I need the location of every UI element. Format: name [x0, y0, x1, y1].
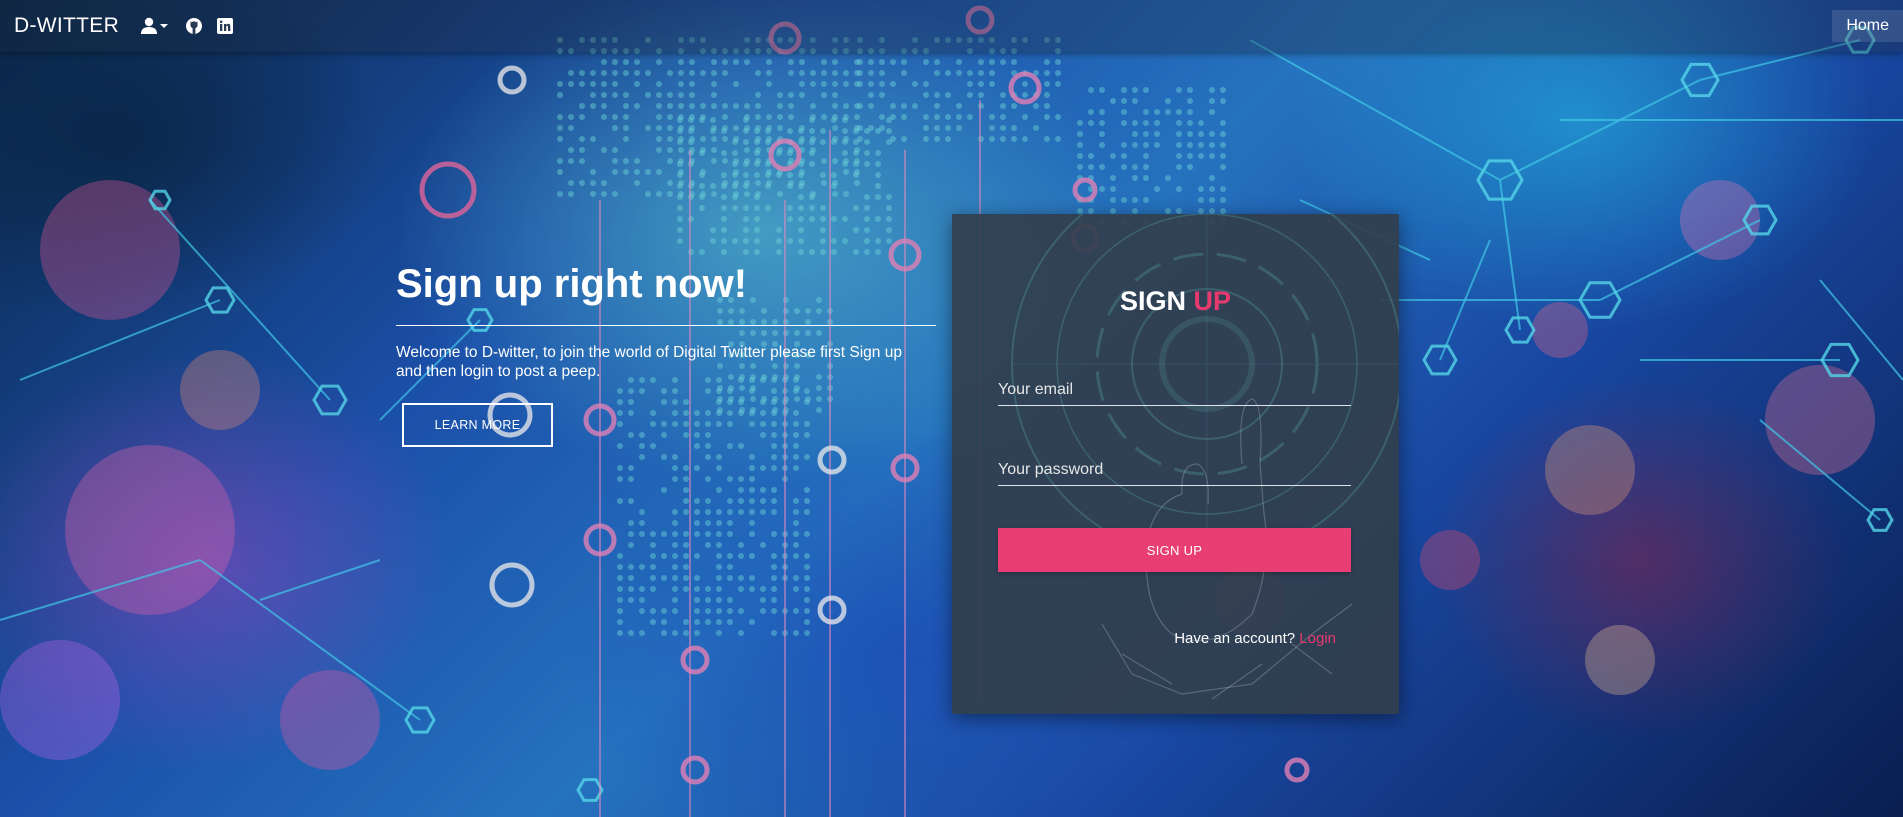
- nav-home-link[interactable]: Home: [1832, 10, 1903, 42]
- brand-logo[interactable]: D-WITTER: [14, 14, 119, 38]
- github-icon[interactable]: [185, 14, 203, 38]
- password-field-wrapper: [998, 454, 1351, 486]
- signup-button[interactable]: SIGN UP: [998, 528, 1351, 572]
- hero-section: Sign up right now! Welcome to D-witter, …: [396, 258, 936, 447]
- user-dropdown-icon[interactable]: [141, 14, 171, 38]
- navbar: D-WITTER Home: [0, 0, 1903, 52]
- hero-title: Sign up right now!: [396, 262, 748, 306]
- hero-divider: [396, 325, 936, 326]
- signup-title: SIGN UP: [952, 286, 1399, 317]
- signup-title-accent: UP: [1193, 286, 1232, 316]
- signup-title-main: SIGN: [1119, 286, 1186, 316]
- nav-icons: [141, 14, 234, 38]
- linkedin-icon[interactable]: [217, 14, 234, 38]
- email-field-wrapper: [998, 374, 1351, 406]
- learn-more-button[interactable]: LEARN MORE: [402, 403, 553, 447]
- login-link[interactable]: Login: [1299, 630, 1336, 647]
- have-account-row: Have an account? Login: [952, 630, 1399, 647]
- signup-card: SIGN UP SIGN UP Have an account? Login: [952, 214, 1399, 714]
- email-field[interactable]: [998, 374, 1351, 405]
- hero-description: Welcome to D-witter, to join the world o…: [396, 344, 902, 380]
- have-account-text: Have an account?: [1174, 630, 1296, 647]
- password-field[interactable]: [998, 454, 1351, 485]
